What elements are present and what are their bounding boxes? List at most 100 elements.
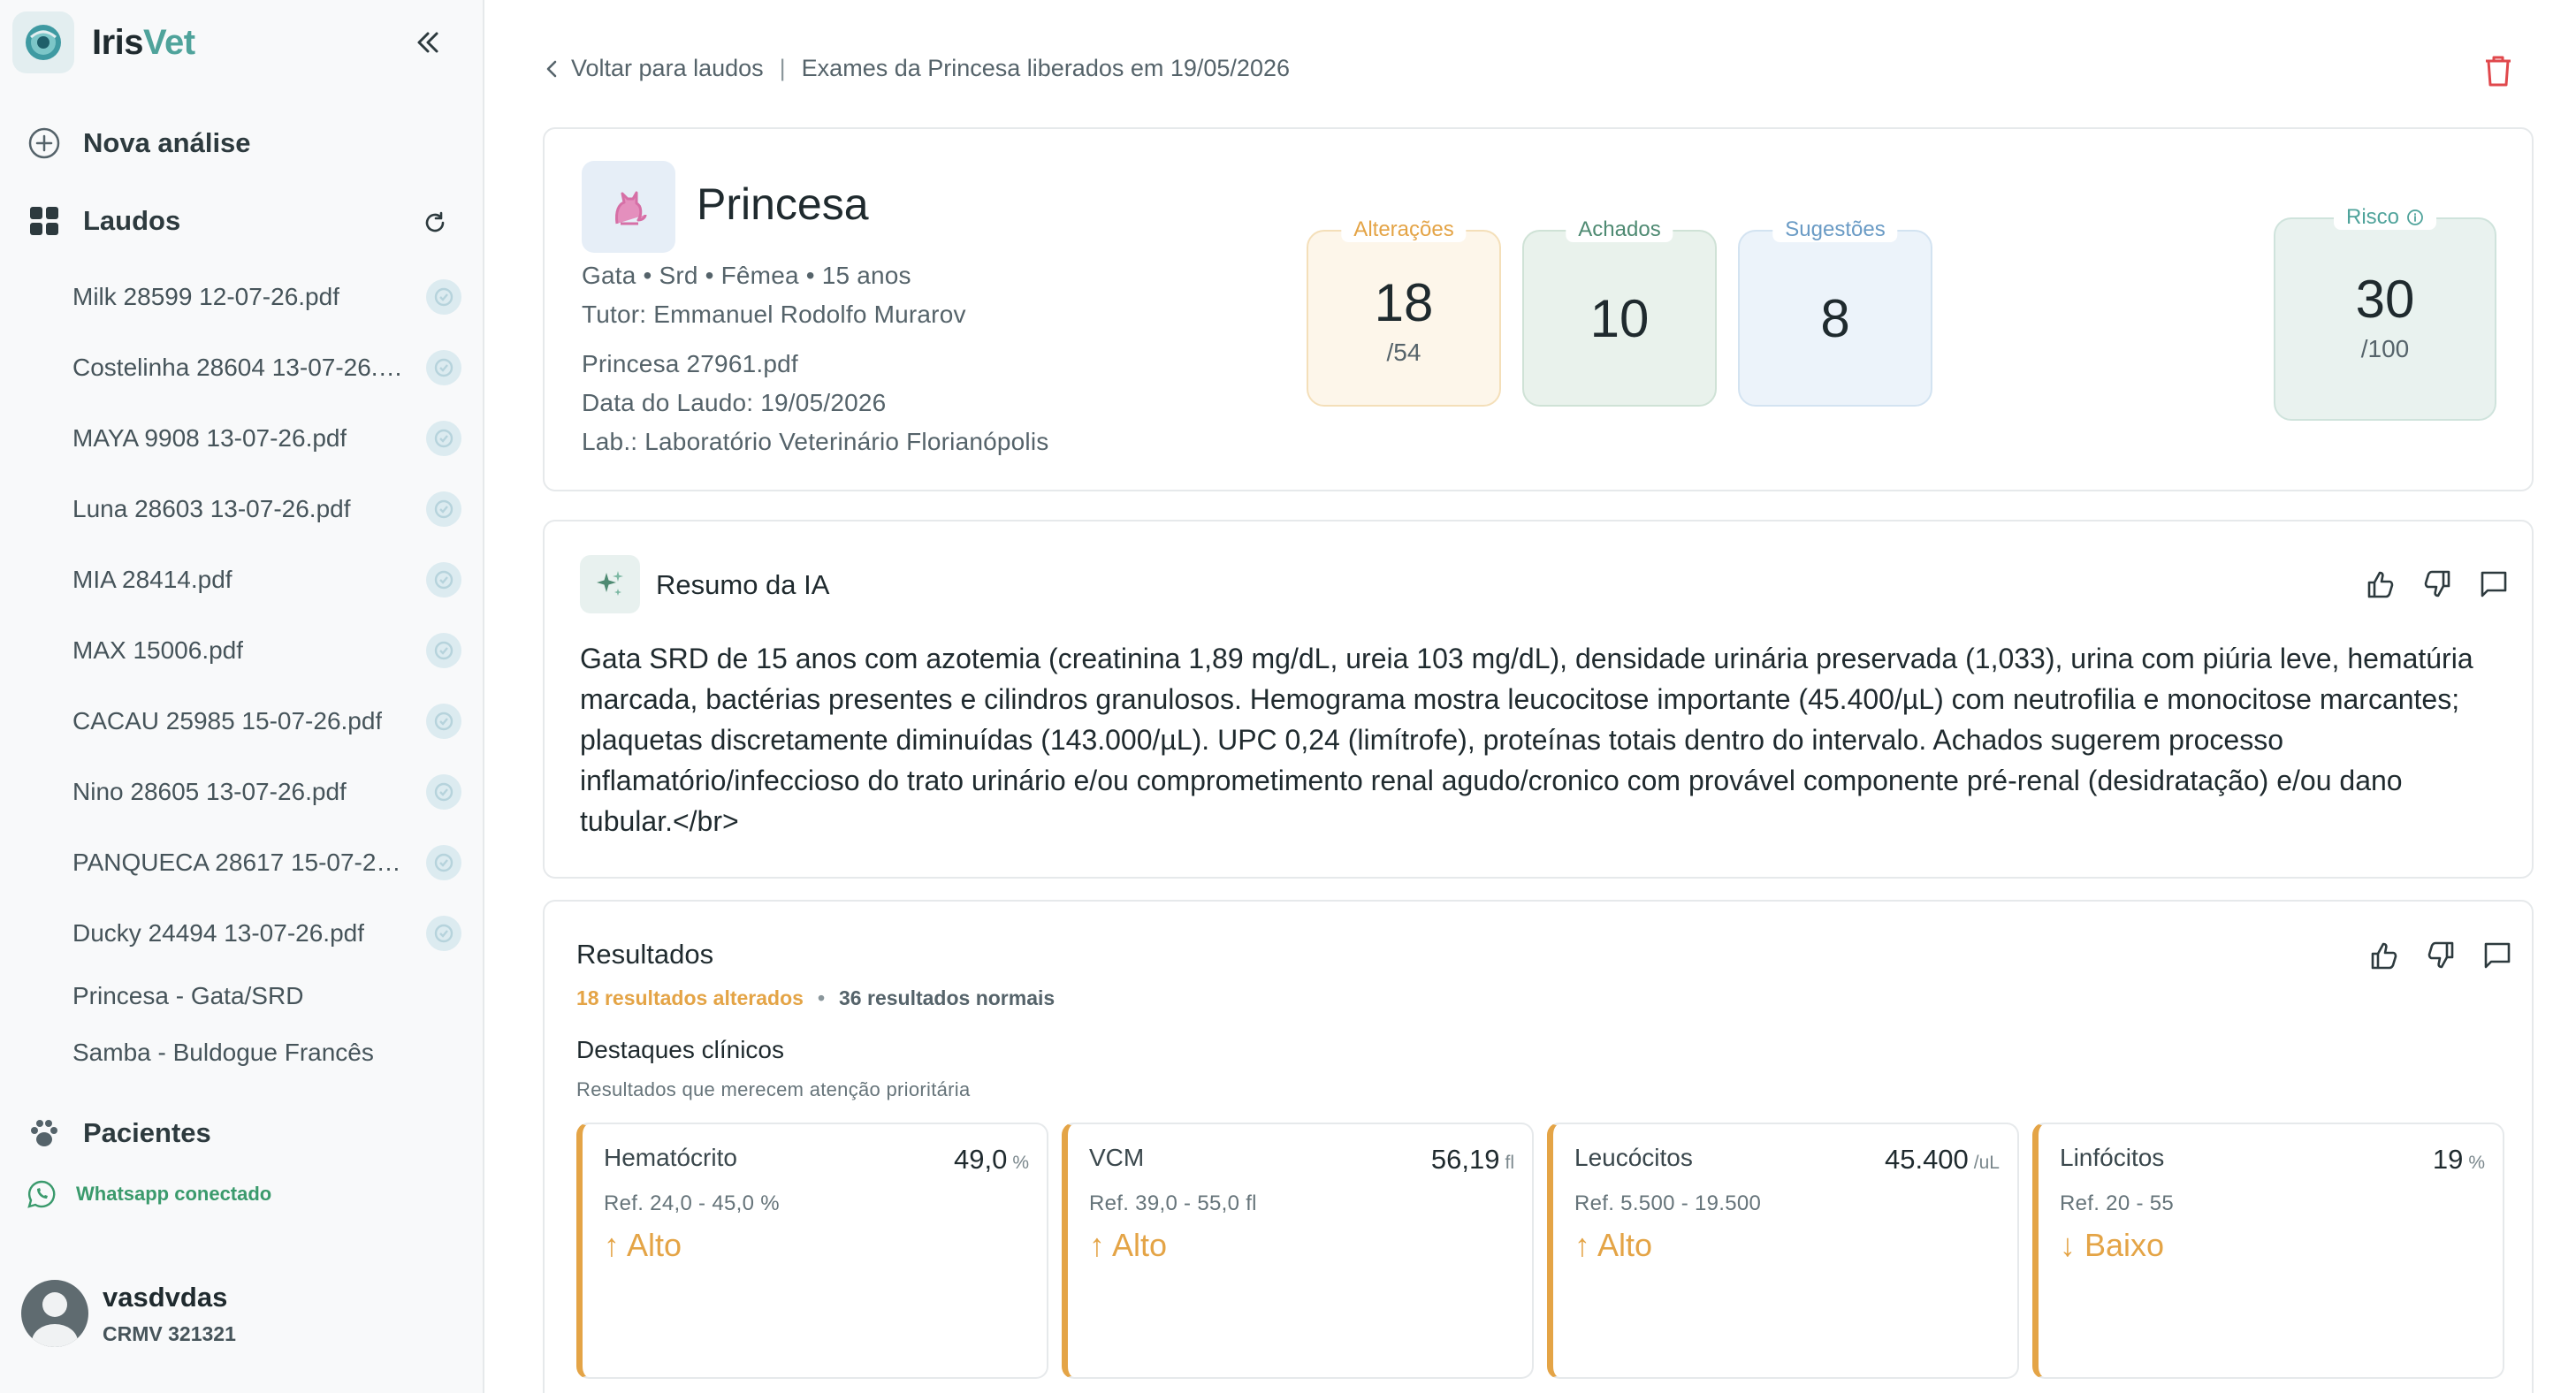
paw-icon xyxy=(27,1115,62,1151)
result-value-number: 19 xyxy=(2432,1144,2464,1175)
status-check-icon xyxy=(426,845,461,880)
altered-count[interactable]: 18 resultados alterados xyxy=(576,986,804,1010)
result-value-number: 49,0 xyxy=(953,1144,1008,1175)
whatsapp-icon xyxy=(27,1179,57,1209)
result-name: Leucócitos xyxy=(1574,1144,1693,1171)
report-file-name: Ducky 24494 13-07-26.pdf xyxy=(72,919,364,947)
report-file-name: MAX 15006.pdf xyxy=(72,636,244,664)
refresh-icon xyxy=(425,211,445,232)
result-card-vcm[interactable]: VCM 56,19 fl Ref. 39,0 - 55,0 fl ↑ Alto xyxy=(1062,1123,1534,1379)
comment-button[interactable] xyxy=(2477,935,2518,976)
stat-risco-label: Risco xyxy=(2345,205,2400,229)
report-file-name: CACAU 25985 15-07-26.pdf xyxy=(72,707,383,735)
status-check-icon xyxy=(426,421,461,456)
back-label: Voltar para laudos xyxy=(571,55,764,81)
result-card-leucocitos[interactable]: Leucócitos 45.400/uL Ref. 5.500 - 19.500… xyxy=(1547,1123,2019,1379)
patient-report-item[interactable]: Princesa - Gata/SRD xyxy=(72,982,303,1010)
report-file-item[interactable]: MAX 15006.pdf xyxy=(72,628,461,673)
report-file-name: Nino 28605 13-07-26.pdf xyxy=(72,778,347,805)
whatsapp-status-label: Whatsapp conectado xyxy=(76,1183,272,1205)
result-unit: % xyxy=(2468,1153,2485,1173)
patient-species: Gata • Srd • Fêmea • 15 anos xyxy=(582,262,911,289)
result-flag: ↓ Baixo xyxy=(2060,1227,2165,1263)
status-check-icon xyxy=(426,350,461,385)
summary-feedback xyxy=(2344,564,2514,605)
comment-icon xyxy=(2484,942,2511,969)
page-subtitle: Exames da Princesa liberados em 19/05/20… xyxy=(801,55,1290,81)
info-icon[interactable] xyxy=(2406,209,2424,226)
result-value-number: 45.400 xyxy=(1884,1144,1969,1175)
stat-alteracoes[interactable]: Alterações 18 /54 xyxy=(1307,217,1501,407)
report-file-name: Costelinha 28604 13-07-26.pdf xyxy=(72,354,408,381)
patient-tutor: Tutor: Emmanuel Rodolfo Murarov xyxy=(582,301,966,328)
result-unit: % xyxy=(1012,1153,1029,1173)
report-file: Princesa 27961.pdf xyxy=(582,350,798,377)
result-value: 19% xyxy=(2433,1144,2485,1176)
report-file-item[interactable]: Costelinha 28604 13-07-26.pdf xyxy=(72,346,461,390)
status-check-icon xyxy=(426,491,461,527)
iris-logo-icon xyxy=(12,11,74,73)
report-file-item[interactable]: Luna 28603 13-07-26.pdf xyxy=(72,487,461,531)
result-flag: ↑ Alto xyxy=(1089,1227,1168,1263)
app-name-part1: Iris xyxy=(92,22,144,62)
brand[interactable]: IrisVet xyxy=(12,11,195,74)
stat-sugestoes[interactable]: Sugestões 8 xyxy=(1738,217,1932,407)
report-file-item[interactable]: Ducky 24494 13-07-26.pdf xyxy=(72,911,461,955)
stat-risco[interactable]: Risco 30 /100 xyxy=(2274,205,2496,421)
status-check-icon xyxy=(426,774,461,810)
thumbs-down-icon xyxy=(2427,941,2454,969)
like-button[interactable] xyxy=(2364,935,2405,976)
delete-report-button[interactable] xyxy=(2479,51,2518,90)
report-file-item[interactable]: Milk 28599 12-07-26.pdf xyxy=(72,275,461,319)
status-check-icon xyxy=(426,279,461,315)
back-to-reports-link[interactable]: Voltar para laudos xyxy=(543,55,764,82)
result-value-number: 56,19 xyxy=(1430,1144,1500,1175)
breadcrumb: Voltar para laudos | Exames da Princesa … xyxy=(543,55,1290,82)
sparkles-icon xyxy=(580,555,640,613)
stat-achados-value: 10 xyxy=(1589,289,1650,348)
result-reference: Ref. 5.500 - 19.500 xyxy=(1574,1191,1762,1215)
breadcrumb-separator: | xyxy=(779,55,786,81)
result-unit: fl xyxy=(1505,1153,1515,1173)
comment-icon xyxy=(2481,571,2507,598)
results-card: Resultados 18 resultados alterados • 36 … xyxy=(543,900,2534,1393)
patients-label: Pacientes xyxy=(83,1117,211,1148)
stat-sugestoes-label: Sugestões xyxy=(1772,217,1898,242)
stat-achados[interactable]: Achados 10 xyxy=(1522,217,1717,407)
refresh-reports-button[interactable] xyxy=(417,205,453,240)
result-name: VCM xyxy=(1089,1144,1145,1171)
app-name: IrisVet xyxy=(92,23,195,63)
user-profile[interactable]: vasdvdas CRMV 321321 xyxy=(21,1280,236,1347)
report-file-name: Milk 28599 12-07-26.pdf xyxy=(72,283,339,310)
reports-nav[interactable]: Laudos xyxy=(27,203,180,239)
ai-summary-text: Gata SRD de 15 anos com azotemia (creati… xyxy=(580,643,2473,837)
dislike-button[interactable] xyxy=(2420,935,2461,976)
report-file-item[interactable]: MIA 28414.pdf xyxy=(72,558,461,602)
thumbs-up-icon xyxy=(2371,942,2397,970)
report-date: Data do Laudo: 19/05/2026 xyxy=(582,389,887,416)
patients-nav[interactable]: Pacientes xyxy=(27,1115,211,1151)
result-card-hematocrito[interactable]: Hematócrito 49,0% Ref. 24,0 - 45,0 % ↑ A… xyxy=(576,1123,1048,1379)
report-file-item[interactable]: PANQUECA 28617 15-07-26.pdf xyxy=(72,841,461,885)
report-file-name: MAYA 9908 13-07-26.pdf xyxy=(72,424,347,452)
report-file-item[interactable]: Nino 28605 13-07-26.pdf xyxy=(72,770,461,814)
new-analysis-button[interactable]: Nova análise xyxy=(27,126,251,161)
result-card-linfocitos[interactable]: Linfócitos 19% Ref. 20 - 55 ↓ Baixo xyxy=(2032,1123,2504,1379)
results-counts: 18 resultados alterados • 36 resultados … xyxy=(576,986,1055,1010)
collapse-sidebar-button[interactable] xyxy=(408,23,447,62)
stat-risco-value: 30 xyxy=(2355,270,2415,329)
avatar xyxy=(21,1280,88,1347)
whatsapp-status: Whatsapp conectado xyxy=(27,1179,271,1209)
patient-report-item[interactable]: Samba - Buldogue Francês xyxy=(72,1039,374,1067)
result-flag: ↑ Alto xyxy=(1574,1227,1653,1263)
result-value: 49,0% xyxy=(954,1144,1029,1176)
like-button[interactable] xyxy=(2360,564,2401,605)
normal-count[interactable]: 36 resultados normais xyxy=(839,986,1055,1010)
report-file-item[interactable]: CACAU 25985 15-07-26.pdf xyxy=(72,699,461,743)
report-file-item[interactable]: MAYA 9908 13-07-26.pdf xyxy=(72,416,461,461)
ai-summary-title: Resumo da IA xyxy=(656,569,830,600)
dislike-button[interactable] xyxy=(2417,564,2458,605)
highlights-subtitle: Resultados que merecem atenção prioritár… xyxy=(576,1078,971,1100)
chevron-left-icon xyxy=(546,60,557,77)
comment-button[interactable] xyxy=(2473,564,2514,605)
